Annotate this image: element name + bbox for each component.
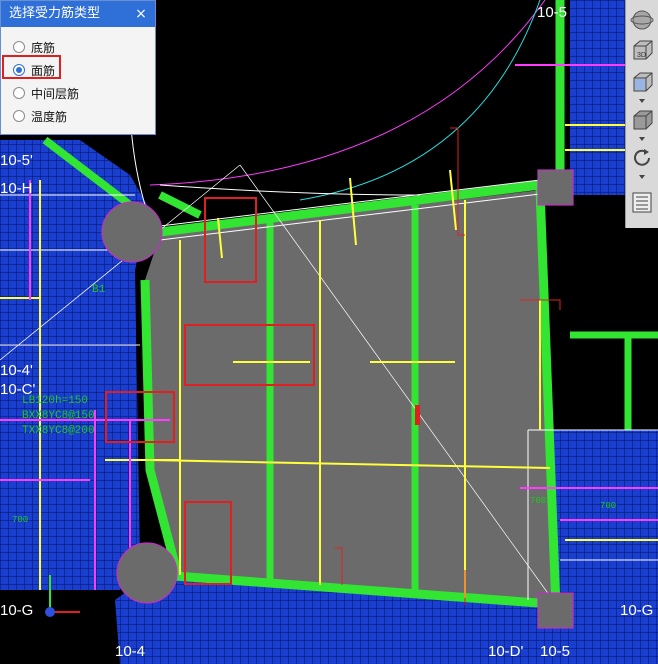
3d-label: 3D (637, 52, 646, 59)
view-toolbar: 3D (625, 0, 658, 228)
chevron-down-icon[interactable] (629, 96, 655, 106)
option-bottom-rebar[interactable]: 底筋 (13, 37, 55, 57)
3d-view-icon[interactable]: 3D (629, 38, 655, 62)
axis-label: 10-5' (0, 152, 33, 169)
small-label: 700 (600, 501, 617, 511)
layer-list-icon[interactable] (629, 190, 655, 214)
chevron-down-icon[interactable] (629, 172, 655, 182)
slab-area (145, 190, 552, 600)
axis-label: 10-H (0, 180, 33, 197)
sphere-view-icon[interactable] (629, 8, 655, 32)
small-label: 700 (12, 515, 29, 525)
option-middle-rebar[interactable]: 中间层筋 (13, 83, 79, 103)
rebar-annotation: BXX8YC8@150 (22, 410, 95, 422)
axis-label: 10-D' (488, 643, 524, 660)
axis-label: 10-5 (537, 4, 568, 21)
close-icon[interactable]: × (133, 1, 149, 27)
rotate-icon[interactable] (629, 146, 655, 170)
axis-label: 10-4 (115, 643, 146, 660)
rebar-type-dialog: 选择受力筋类型 × 底筋 面筋 中间层筋 温度筋 (0, 0, 156, 135)
radio-button[interactable] (13, 87, 25, 99)
option-label: 温度筋 (31, 109, 68, 124)
radio-button[interactable] (13, 41, 25, 53)
dialog-title: 选择受力筋类型 (9, 6, 101, 21)
radio-button[interactable] (13, 110, 25, 122)
axis-label: 10-4' (0, 362, 33, 379)
slab-label: B1 (92, 284, 106, 296)
axis-label: 10-G (0, 602, 34, 619)
dialog-title-bar[interactable]: 选择受力筋类型 × (1, 1, 155, 27)
axis-label: 10-5 (540, 643, 571, 660)
rebar-annotation: LB120h=150 (22, 395, 89, 407)
arc-lines (128, 0, 546, 206)
small-label: 700 (530, 496, 547, 506)
selected-option-highlight (2, 55, 61, 79)
option-label: 底筋 (31, 40, 56, 55)
option-temperature-rebar[interactable]: 温度筋 (13, 106, 67, 126)
red-indicator (415, 405, 420, 425)
chevron-down-icon[interactable] (629, 134, 655, 144)
rebar-annotation: TXX8YC8@200 (22, 425, 95, 437)
axis-label: 10-G (620, 602, 654, 619)
option-label: 中间层筋 (31, 86, 80, 101)
side-view-icon[interactable] (629, 108, 655, 132)
top-view-icon[interactable] (629, 70, 655, 94)
